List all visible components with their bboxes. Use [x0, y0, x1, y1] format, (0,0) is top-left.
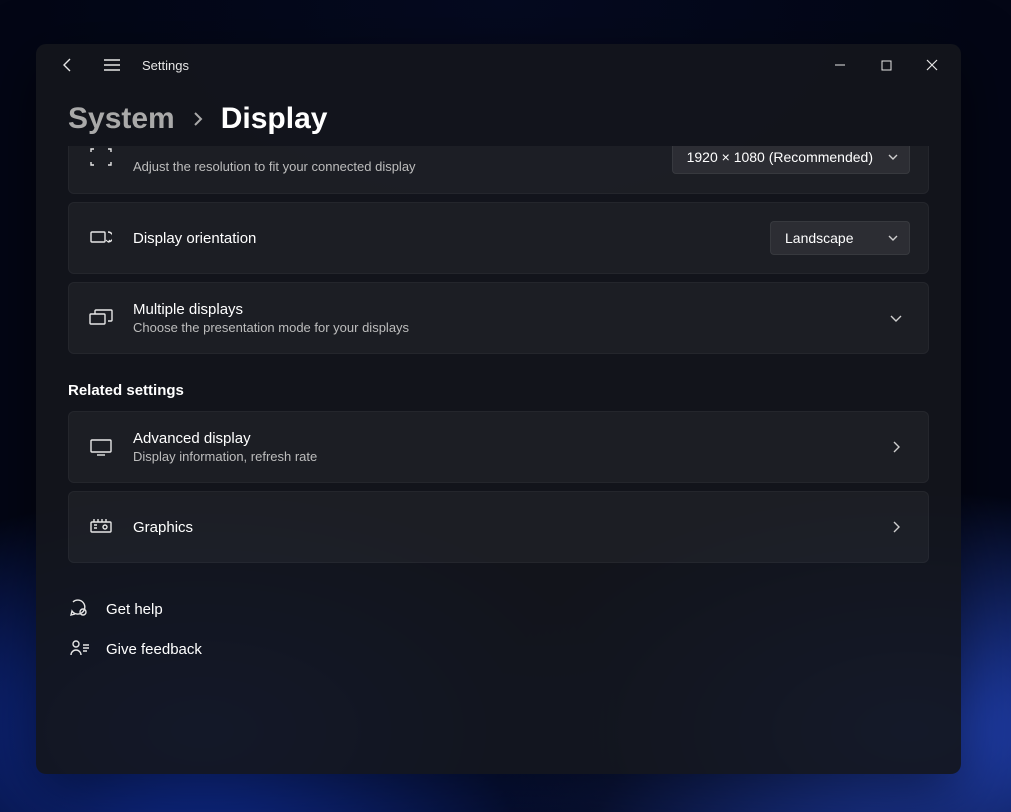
- minimize-icon: [834, 59, 846, 71]
- dropdown-value: 1920 × 1080 (Recommended): [687, 149, 873, 165]
- breadcrumb-current: Display: [221, 102, 328, 136]
- setting-graphics[interactable]: Graphics: [68, 491, 929, 563]
- get-help-link[interactable]: Get help: [68, 589, 929, 629]
- chevron-down-icon: [887, 232, 899, 244]
- setting-title: Graphics: [133, 519, 864, 536]
- multiple-displays-icon: [87, 309, 115, 327]
- feedback-icon: [68, 639, 92, 659]
- link-label: Get help: [106, 601, 163, 618]
- titlebar: Settings: [36, 44, 961, 86]
- close-button[interactable]: [909, 47, 955, 83]
- chevron-right-icon: [191, 112, 205, 126]
- breadcrumb-parent[interactable]: System: [68, 102, 175, 136]
- setting-title: Multiple displays: [133, 301, 864, 318]
- titlebar-left: Settings: [48, 45, 189, 85]
- dropdown-value: Landscape: [785, 230, 854, 246]
- monitor-icon: [87, 438, 115, 456]
- maximize-button[interactable]: [863, 47, 909, 83]
- setting-advanced-display[interactable]: Advanced display Display information, re…: [68, 411, 929, 483]
- chevron-right-icon: [882, 440, 910, 454]
- setting-subtitle: Display information, refresh rate: [133, 449, 864, 464]
- orientation-dropdown[interactable]: Landscape: [770, 221, 910, 255]
- setting-subtitle: Adjust the resolution to fit your connec…: [133, 159, 654, 174]
- hamburger-icon: [104, 59, 120, 71]
- help-icon: [68, 599, 92, 619]
- setting-multiple-displays[interactable]: Multiple displays Choose the presentatio…: [68, 282, 929, 354]
- chevron-down-icon: [887, 151, 899, 163]
- give-feedback-link[interactable]: Give feedback: [68, 629, 929, 669]
- app-title: Settings: [142, 58, 189, 73]
- back-button[interactable]: [48, 45, 88, 85]
- close-icon: [926, 59, 938, 71]
- arrow-left-icon: [60, 57, 76, 73]
- resolution-icon: [87, 148, 115, 166]
- setting-subtitle: Choose the presentation mode for your di…: [133, 320, 864, 335]
- setting-title: Advanced display: [133, 430, 864, 447]
- orientation-icon: [87, 229, 115, 247]
- setting-title: Display orientation: [133, 230, 752, 247]
- nav-menu-button[interactable]: [92, 45, 132, 85]
- content: Display resolution Adjust the resolution…: [36, 146, 961, 774]
- related-settings-header: Related settings: [68, 382, 929, 399]
- resolution-dropdown[interactable]: 1920 × 1080 (Recommended): [672, 146, 910, 174]
- setting-display-orientation: Display orientation Landscape: [68, 202, 929, 274]
- chevron-right-icon: [882, 520, 910, 534]
- graphics-icon: [87, 518, 115, 536]
- settings-window: Settings System Display Display resoluti…: [36, 44, 961, 774]
- minimize-button[interactable]: [817, 47, 863, 83]
- link-label: Give feedback: [106, 641, 202, 658]
- maximize-icon: [881, 60, 892, 71]
- breadcrumb: System Display: [36, 86, 961, 146]
- setting-display-resolution: Display resolution Adjust the resolution…: [68, 146, 929, 194]
- chevron-down-icon: [882, 311, 910, 325]
